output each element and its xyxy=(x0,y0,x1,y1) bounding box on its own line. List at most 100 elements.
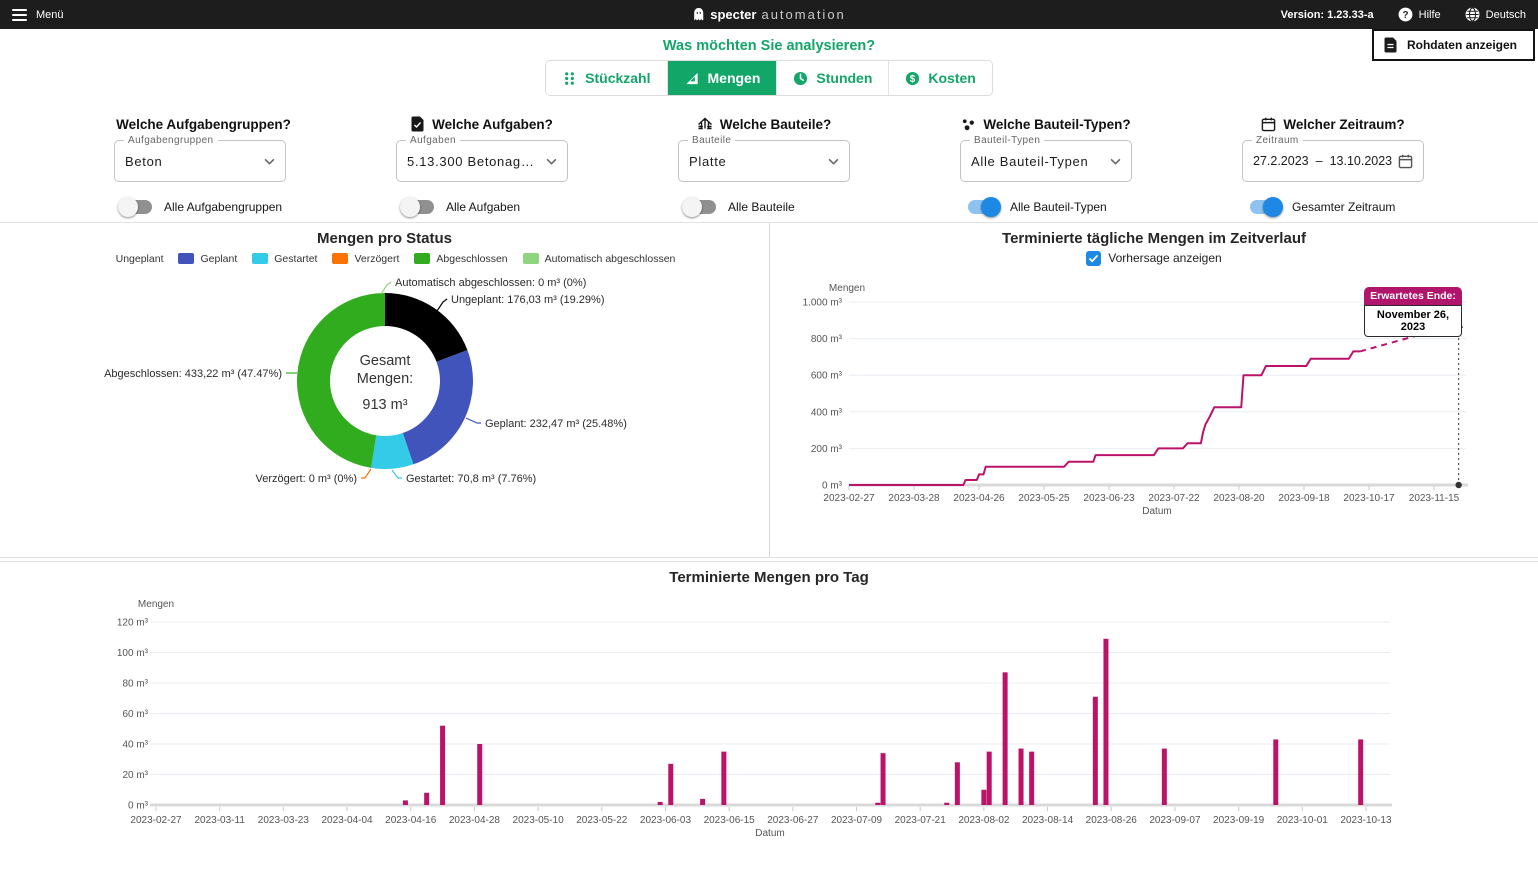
forecast-annotation: Erwartetes Ende: November 26, 2023 xyxy=(1364,287,1462,337)
aufgaben-select[interactable]: Aufgaben 5.13.300 Betonag… xyxy=(396,140,568,182)
bar-2023-06-10 xyxy=(700,799,705,805)
x-tick-label: 2023-05-22 xyxy=(576,815,628,826)
filter-question: Welche Aufgaben? xyxy=(432,117,553,132)
tab-kosten[interactable]: $ Kosten xyxy=(888,61,991,95)
zeitraum-daterange-field[interactable]: Zeitraum 27.2.2023 – 13.10.2023 xyxy=(1242,140,1424,182)
bar-2023-04-15 xyxy=(403,800,408,805)
filter-question: Welcher Zeitraum? xyxy=(1283,117,1404,132)
chevron-down-icon xyxy=(1110,158,1121,165)
toggle-alle-bauteil-typen[interactable] xyxy=(966,200,999,214)
y-tick-label: 40 m³ xyxy=(122,740,148,751)
legend-label: Geplant xyxy=(200,253,237,265)
legend-label: Verzögert xyxy=(354,253,399,265)
filter-question: Welche Bauteile? xyxy=(720,117,832,132)
toggle-alle-bauteile[interactable] xyxy=(684,200,717,214)
legend-label: Abgeschlossen xyxy=(436,253,507,265)
donut-chart-panel: Mengen pro Status Ungeplant Geplant Gestar… xyxy=(0,223,770,557)
bar-2023-07-28 xyxy=(955,762,960,805)
toggle-alle-aufgaben[interactable] xyxy=(402,200,435,214)
bauteile-select[interactable]: Bauteile Platte xyxy=(678,140,850,182)
x-tick-label: 2023-05-25 xyxy=(1018,493,1070,504)
filter-bauteile: Welche Bauteile? Bauteile Platte Alle Ba… xyxy=(678,116,850,214)
dollar-icon: $ xyxy=(905,71,920,86)
toggle-alle-aufgabengruppen[interactable] xyxy=(120,200,153,214)
chevron-down-icon xyxy=(546,158,557,165)
date-end[interactable]: 13.10.2023 xyxy=(1330,154,1393,168)
bar-2023-07-13 xyxy=(875,803,880,805)
y-tick-label: 0 m³ xyxy=(822,481,843,492)
legend-swatch xyxy=(94,253,110,264)
legend-swatch xyxy=(414,253,430,264)
legend-item[interactable]: Gestartet xyxy=(252,253,317,265)
legend-label: Gestartet xyxy=(274,253,317,265)
y-tick-label: 20 m³ xyxy=(122,770,148,781)
legend-item[interactable]: Verzögert xyxy=(332,253,399,265)
legend-item[interactable]: Abgeschlossen xyxy=(414,253,507,265)
brand-logo: specter automation xyxy=(692,7,846,22)
x-tick-label: 2023-07-09 xyxy=(831,815,883,826)
ghost-icon xyxy=(692,7,705,22)
legend-label: Automatisch abgeschlossen xyxy=(545,253,676,265)
globe-icon xyxy=(1465,7,1480,22)
quantity-triangle-icon xyxy=(684,71,700,86)
date-start[interactable]: 27.2.2023 xyxy=(1253,154,1309,168)
donut-chart-title: Mengen pro Status xyxy=(0,223,769,247)
bar-chart-panel: Terminierte Mengen pro Tag 120 m³100 m³8… xyxy=(0,561,1538,876)
bar-2023-09-05 xyxy=(1162,749,1167,805)
forecast-checkbox-label: Vorhersage anzeigen xyxy=(1108,251,1221,265)
language-button[interactable]: Deutsch xyxy=(1465,7,1526,22)
bar-2023-10-12 xyxy=(1358,739,1363,805)
bar-2023-06-14 xyxy=(721,752,726,805)
toggle-label: Alle Bauteil-Typen xyxy=(1010,200,1107,214)
toggle-label: Alle Aufgaben xyxy=(446,200,520,214)
annotation-date: November 26, 2023 xyxy=(1364,305,1462,337)
forecast-checkbox[interactable] xyxy=(1086,251,1101,266)
x-tick-label: 2023-04-04 xyxy=(321,815,373,826)
legend-label: Ungeplant xyxy=(116,253,164,265)
x-tick-label: 2023-04-26 xyxy=(953,493,1005,504)
chevron-down-icon xyxy=(264,158,275,165)
raw-data-menu-item[interactable]: Rohdaten anzeigen xyxy=(1372,29,1535,61)
x-tick-label: 2023-11-15 xyxy=(1409,493,1460,504)
filter-zeitraum: Welcher Zeitraum? Zeitraum 27.2.2023 – 1… xyxy=(1242,116,1424,214)
x-tick-label: 2023-03-11 xyxy=(194,815,245,826)
x-tick-label: 2023-07-21 xyxy=(895,815,947,826)
clock-icon xyxy=(793,71,808,86)
check-icon xyxy=(1088,254,1099,263)
aufgabengruppen-select[interactable]: Aufgabengruppen Beton xyxy=(114,140,286,182)
callout-line xyxy=(381,282,391,294)
x-tick-label: 2023-10-13 xyxy=(1340,815,1392,826)
tab-mengen[interactable]: Mengen xyxy=(667,61,777,95)
bar-chart-title: Terminierte Mengen pro Tag xyxy=(0,562,1538,586)
tab-stunden[interactable]: Stunden xyxy=(776,61,888,95)
task-icon xyxy=(411,116,425,132)
menu-button[interactable]: Menü xyxy=(12,9,64,21)
brand-suffix: automation xyxy=(761,7,845,22)
legend-item[interactable]: Ungeplant xyxy=(94,253,164,265)
bar-2023-08-09 xyxy=(1019,749,1024,805)
analysis-tabs: Stückzahl Mengen Stunden $ Kosten xyxy=(545,60,993,96)
x-tick-label: 2023-03-28 xyxy=(888,493,940,504)
bar-2023-07-14 xyxy=(881,753,886,805)
help-button[interactable]: ? Hilfe xyxy=(1398,7,1441,22)
x-tick-label: 2023-09-18 xyxy=(1278,493,1330,504)
filter-aufgaben: Welche Aufgaben? Aufgaben 5.13.300 Beton… xyxy=(396,116,568,214)
calendar-icon xyxy=(1398,154,1413,169)
legend-item[interactable]: Automatisch abgeschlossen xyxy=(523,253,676,265)
hamburger-icon xyxy=(12,9,27,21)
bauteil-typen-select[interactable]: Bauteil-Typen Alle Bauteil-Typen xyxy=(960,140,1132,182)
callout-line xyxy=(361,469,371,478)
scatter-dots-icon xyxy=(961,117,976,132)
tab-stueckzahl[interactable]: Stückzahl xyxy=(546,61,666,95)
x-tick-label: 2023-06-03 xyxy=(640,815,692,826)
legend-item[interactable]: Geplant xyxy=(178,253,237,265)
y-tick-label: 400 m³ xyxy=(811,407,843,418)
x-tick-label: 2023-09-19 xyxy=(1213,815,1265,826)
toggle-gesamter-zeitraum[interactable] xyxy=(1248,200,1281,214)
bar-2023-08-03 xyxy=(987,752,992,805)
chevron-down-icon xyxy=(828,158,839,165)
donut-callout-label: Geplant: 232,47 m³ (25.48%) xyxy=(485,418,627,430)
date-separator: – xyxy=(1316,154,1323,168)
donut-center-line1: Gesamt xyxy=(360,353,411,369)
y-tick-label: 120 m³ xyxy=(117,618,149,629)
